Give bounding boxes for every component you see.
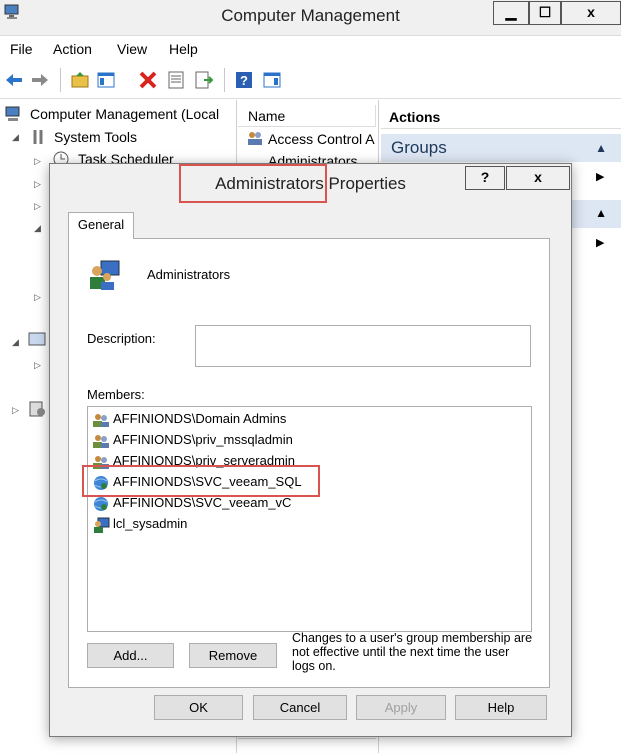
collapse-arrow-icon[interactable]: ▷ bbox=[34, 360, 41, 371]
collapse-arrow-icon[interactable]: ▷ bbox=[12, 405, 19, 416]
general-tab-panel: Administrators Description: Members: AFF… bbox=[68, 238, 550, 688]
delete-icon[interactable] bbox=[138, 70, 158, 90]
member-highlight-box bbox=[82, 465, 320, 497]
collapse-arrow-icon[interactable]: ▷ bbox=[34, 156, 41, 167]
tree-system-tools[interactable]: System Tools bbox=[54, 129, 137, 145]
menu-view[interactable]: View bbox=[117, 41, 147, 57]
description-field[interactable] bbox=[195, 325, 531, 367]
dialog-close-button[interactable]: x bbox=[506, 166, 570, 190]
group-icon bbox=[93, 413, 109, 427]
list-item[interactable]: AFFINIONDS\Domain Admins bbox=[92, 409, 286, 429]
menu-action[interactable]: Action bbox=[53, 41, 92, 57]
close-button[interactable]: x bbox=[561, 1, 621, 25]
group-icon bbox=[248, 132, 262, 145]
remove-button[interactable]: Remove bbox=[189, 643, 277, 668]
cancel-button[interactable]: Cancel bbox=[253, 695, 347, 720]
system-tools-icon bbox=[33, 130, 43, 144]
group-icon bbox=[93, 434, 109, 448]
scroll-area bbox=[238, 738, 376, 754]
column-header-name[interactable]: Name bbox=[238, 105, 376, 127]
minimize-button[interactable]: ▁ bbox=[493, 1, 529, 25]
actions-groups-label: Groups bbox=[391, 138, 447, 157]
back-icon[interactable] bbox=[4, 70, 24, 90]
domain-user-icon bbox=[94, 496, 108, 511]
toolbar: ? bbox=[0, 62, 621, 99]
dialog-help-button[interactable]: ? bbox=[465, 166, 505, 190]
tree-root[interactable]: Computer Management (Local bbox=[30, 106, 219, 122]
local-user-icon bbox=[94, 517, 110, 533]
menu-help[interactable]: Help bbox=[169, 41, 198, 57]
list-item[interactable]: AFFINIONDS\priv_mssqladmin bbox=[92, 430, 293, 450]
menu-file[interactable]: File bbox=[10, 41, 33, 57]
expand-arrow-icon[interactable]: ◢ bbox=[12, 132, 19, 143]
storage-icon bbox=[28, 332, 46, 346]
collapse-arrow-icon[interactable]: ▷ bbox=[34, 201, 41, 212]
group-icon bbox=[90, 260, 120, 290]
forward-icon[interactable] bbox=[30, 70, 50, 90]
ok-button[interactable]: OK bbox=[154, 695, 243, 720]
actions-header: Actions bbox=[381, 105, 621, 129]
title-bar: Computer Management ▁ ☐ x bbox=[0, 0, 621, 36]
apply-button[interactable]: Apply bbox=[356, 695, 446, 720]
show-hide-tree-icon[interactable] bbox=[96, 70, 116, 90]
members-list[interactable]: AFFINIONDS\Domain Admins AFFINIONDS\priv… bbox=[87, 406, 532, 632]
collapse-arrow-icon[interactable]: ▷ bbox=[34, 292, 41, 303]
help-icon[interactable]: ? bbox=[234, 70, 254, 90]
show-hide-action-pane-icon[interactable] bbox=[262, 70, 282, 90]
list-item[interactable]: lcl_sysadmin bbox=[92, 514, 187, 534]
computer-management-icon bbox=[5, 106, 20, 121]
menu-bar: File Action View Help bbox=[0, 36, 621, 60]
up-folder-icon[interactable] bbox=[70, 70, 90, 90]
group-name: Administrators bbox=[147, 267, 231, 282]
actions-groups-section[interactable]: Groups ▲ bbox=[381, 134, 621, 162]
services-icon bbox=[29, 401, 45, 417]
properties-icon[interactable] bbox=[166, 70, 186, 90]
maximize-button[interactable]: ☐ bbox=[529, 1, 561, 25]
collapse-icon[interactable]: ▲ bbox=[595, 134, 607, 162]
description-label: Description: bbox=[87, 331, 156, 346]
add-button[interactable]: Add... bbox=[87, 643, 174, 668]
properties-dialog: Administrators Properties ? x General Ad… bbox=[49, 163, 572, 737]
title-highlight-box bbox=[179, 164, 327, 203]
help-button[interactable]: Help bbox=[455, 695, 547, 720]
tab-general[interactable]: General bbox=[68, 212, 134, 239]
membership-note: Changes to a user's group membership are… bbox=[292, 631, 533, 673]
list-item[interactable]: Access Control A bbox=[268, 131, 375, 147]
members-label: Members: bbox=[87, 387, 145, 402]
expand-arrow-icon[interactable]: ◢ bbox=[12, 337, 19, 348]
collapse-icon[interactable]: ▲ bbox=[595, 206, 607, 220]
submenu-arrow-icon[interactable]: ▶ bbox=[596, 236, 604, 249]
expand-arrow-icon[interactable]: ◢ bbox=[34, 223, 41, 234]
export-list-icon[interactable] bbox=[194, 70, 214, 90]
submenu-arrow-icon[interactable]: ▶ bbox=[596, 170, 604, 183]
collapse-arrow-icon[interactable]: ▷ bbox=[34, 179, 41, 190]
svg-text:?: ? bbox=[240, 73, 248, 88]
